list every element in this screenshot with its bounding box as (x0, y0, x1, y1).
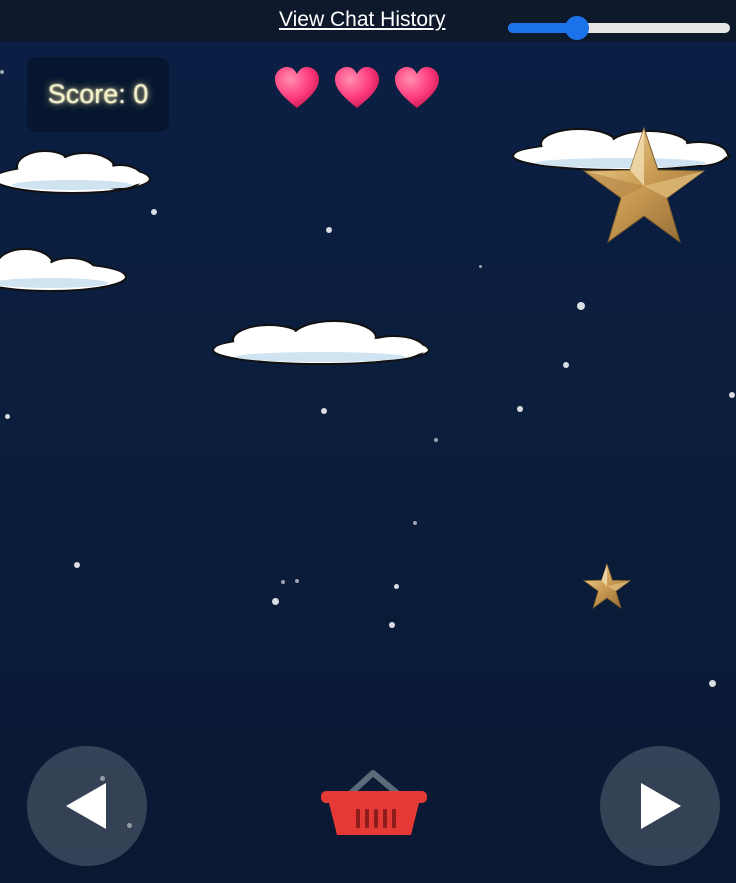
background-star-dot (479, 265, 482, 268)
move-right-button[interactable] (600, 746, 720, 866)
background-star-dot (517, 406, 523, 412)
background-star-dot (709, 680, 716, 687)
background-star-dot (0, 70, 4, 74)
background-star-dot (272, 598, 279, 605)
lives-indicator (274, 66, 440, 110)
view-chat-history-link[interactable]: View Chat History (279, 8, 446, 32)
heart-icon (335, 67, 379, 108)
background-star-dot (281, 580, 285, 584)
background-star-dot (295, 579, 299, 583)
background-star-dot (413, 521, 417, 525)
score-text: Score: 0 (47, 79, 149, 109)
cloud (0, 150, 151, 194)
slider-thumb[interactable] (564, 16, 589, 40)
cloud (0, 248, 127, 292)
right-arrow-icon (641, 783, 681, 829)
background-star-dot (151, 209, 157, 215)
top-bar: View Chat History (0, 0, 736, 42)
large-gold-star-icon (582, 126, 706, 244)
small-gold-star-icon (583, 563, 631, 609)
background-star-dot (434, 438, 438, 442)
move-left-button[interactable] (27, 746, 147, 866)
background-star-dot (394, 584, 399, 589)
background-star-dot (389, 622, 395, 628)
volume-slider[interactable] (508, 16, 730, 40)
background-star-dot (5, 414, 10, 419)
background-star-dot (326, 227, 332, 233)
score-panel: Score: 0 (27, 57, 169, 132)
background-star-dot (321, 408, 327, 414)
basket-icon (321, 770, 427, 835)
background-star-dot (563, 362, 569, 368)
heart-icon (275, 67, 319, 108)
heart-icon (395, 67, 439, 108)
left-arrow-icon (66, 783, 106, 829)
cloud (212, 320, 430, 365)
game-stage[interactable]: View Chat History Score: 0 (0, 0, 736, 883)
background-star-dot (577, 302, 585, 310)
background-star-dot (74, 562, 80, 568)
background-star-dot (729, 392, 735, 398)
